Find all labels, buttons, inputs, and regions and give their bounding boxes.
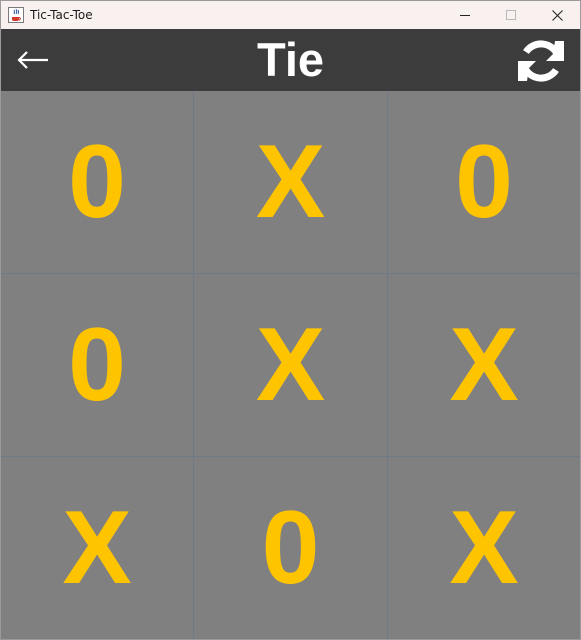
window-title: Tic-Tac-Toe <box>30 8 93 22</box>
game-header: Tie <box>1 29 580 91</box>
board-cell[interactable]: X <box>1 457 194 639</box>
board-cell[interactable]: 0 <box>1 274 194 457</box>
close-icon <box>551 9 563 21</box>
board-cell[interactable]: X <box>194 274 388 457</box>
board-cell[interactable]: X <box>194 91 388 274</box>
refresh-icon <box>518 40 564 82</box>
board-cell[interactable]: 0 <box>1 91 194 274</box>
minimize-button[interactable] <box>442 1 488 29</box>
board-cell[interactable]: X <box>388 457 580 639</box>
maximize-icon <box>506 10 516 20</box>
minimize-icon <box>460 15 470 16</box>
game-board: 0 X 0 0 X X X 0 X <box>1 91 580 639</box>
reset-button[interactable] <box>514 34 568 88</box>
back-button[interactable] <box>13 35 53 85</box>
maximize-button[interactable] <box>488 1 534 29</box>
close-button[interactable] <box>534 1 580 29</box>
board-cell[interactable]: 0 <box>194 457 388 639</box>
title-bar[interactable]: Tic-Tac-Toe <box>1 1 580 29</box>
java-coffee-icon <box>8 7 24 23</box>
window-controls <box>442 1 580 29</box>
back-arrow-icon <box>17 51 48 69</box>
game-status: Tie <box>256 33 325 86</box>
app-window: Tic-Tac-Toe Tie 0 X 0 0 X X X 0 X <box>0 0 581 640</box>
board-cell[interactable]: X <box>388 274 580 457</box>
board-cell[interactable]: 0 <box>388 91 580 274</box>
